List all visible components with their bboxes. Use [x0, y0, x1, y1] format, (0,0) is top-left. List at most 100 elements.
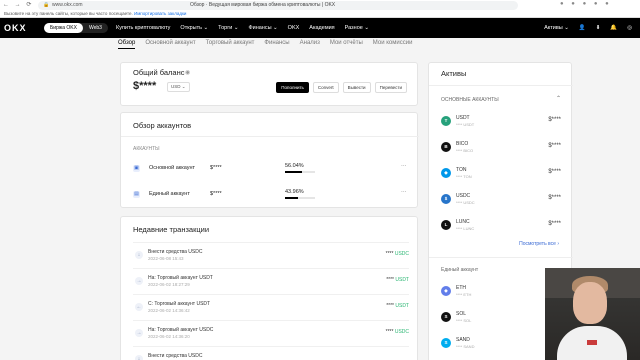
asset-row[interactable]: S SOL **** SOL $****	[441, 309, 561, 329]
convert-button[interactable]: Convert	[312, 82, 339, 93]
accounts-section-label: АККАУНТЫ	[133, 146, 160, 152]
account-share-bar	[285, 197, 315, 199]
tab-trading-account[interactable]: Торговый аккаунт	[206, 40, 255, 49]
browser-nav-icons[interactable]: ← → ⟳	[3, 1, 33, 8]
accounts-overview-card: Обзор аккаунтов АККАУНТЫ ▣ Основной акка…	[120, 112, 419, 208]
asset-value: $****	[548, 143, 561, 149]
transaction-amount: **** USDT	[386, 303, 409, 309]
asset-quantity: **** SOL	[456, 318, 472, 323]
unified-account-icon: ▤	[133, 191, 140, 198]
exchange-toggle[interactable]: Биржа OKX Web3	[44, 23, 108, 33]
currency-select[interactable]: USD ⌄	[167, 82, 190, 92]
okx-navbar: OKX Биржа OKX Web3 Купить криптовалюту О…	[0, 18, 640, 38]
see-all-link[interactable]: Посмотреть все ›	[519, 241, 559, 247]
asset-row[interactable]: $ USDC **** USDC $****	[441, 191, 561, 211]
import-bookmarks-link[interactable]: Импортировать закладки	[134, 11, 186, 16]
more-icon[interactable]: ···	[401, 189, 407, 195]
usdt-icon: T	[441, 116, 451, 126]
transaction-amount: **** USDC	[385, 251, 409, 257]
account-percent: 43.96%	[285, 189, 304, 195]
lunc-icon: L	[441, 220, 451, 230]
asset-symbol: USDT	[456, 115, 470, 121]
asset-quantity: **** ETH	[456, 292, 472, 297]
account-tabs: Обзор Основной аккаунт Торговый аккаунт …	[118, 40, 412, 49]
account-name: Единый аккаунт	[149, 191, 190, 197]
nav-link-more[interactable]: Разное ⌄	[345, 25, 369, 31]
asset-quantity: **** BICO	[456, 148, 474, 153]
assets-title: Активы	[441, 69, 467, 78]
transaction-row[interactable]: ↓ Внести средства USDC 2022-06-08 15:43 …	[133, 242, 409, 266]
globe-icon[interactable]: ◎	[627, 25, 632, 31]
user-icon[interactable]: 👤	[579, 25, 586, 31]
transfer-arrow-icon: ←	[135, 303, 143, 311]
download-icon[interactable]: ⬇	[596, 25, 601, 31]
transaction-row[interactable]: ↓ Внести средства USDC	[133, 346, 409, 360]
tab-analysis[interactable]: Анализ	[300, 40, 320, 49]
toggle-web3[interactable]: Web3	[83, 23, 108, 33]
asset-value: $****	[548, 117, 561, 123]
unified-account-header: Единый аккаунт	[441, 267, 479, 273]
transaction-title: Внести средства USDC	[148, 249, 203, 255]
transaction-row[interactable]: → На: Торговый аккаунт USDT 2022-06-02 1…	[133, 268, 409, 292]
page-title: Обзор · Ведущая мировая биржа обмена кри…	[190, 2, 336, 8]
nav-link-okx[interactable]: OKX	[288, 25, 300, 31]
asset-row[interactable]: T USDT **** USDT $****	[441, 113, 561, 133]
account-row[interactable]: ▤ Единый аккаунт $**** 43.96% ···	[133, 189, 407, 201]
chevron-up-icon[interactable]: ⌃	[556, 95, 561, 102]
overview-title: Обзор аккаунтов	[133, 121, 192, 130]
bell-icon[interactable]: 🔔	[610, 25, 617, 31]
tab-main-account[interactable]: Основной аккаунт	[145, 40, 195, 49]
assets-menu[interactable]: Активы ⌄	[544, 25, 569, 31]
main-accounts-header: ОСНОВНЫЕ АККАУНТЫ	[441, 97, 499, 103]
balance-card: Общий баланс ◉ $**** USD ⌄ Пополнить Con…	[120, 62, 418, 106]
ton-icon: ◆	[441, 168, 451, 178]
asset-symbol: SOL	[456, 311, 467, 317]
usdc-icon: $	[441, 194, 451, 204]
tab-fees[interactable]: Мои комиссии	[373, 40, 413, 49]
withdraw-button[interactable]: Вывести	[342, 82, 371, 93]
deposit-button[interactable]: Пополнить	[276, 82, 309, 93]
url-text: www.okx.com	[52, 2, 83, 8]
transaction-title: С: Торговый аккаунт USDT	[148, 301, 211, 307]
nav-link-buy-crypto[interactable]: Купить криптовалюту	[116, 25, 170, 31]
nav-right: Активы ⌄ 👤 ⬇ 🔔 ◎	[544, 18, 632, 38]
nav-link-academy[interactable]: Академия	[309, 25, 334, 31]
okx-logo[interactable]: OKX	[4, 23, 27, 33]
tab-overview[interactable]: Обзор	[118, 40, 136, 49]
transaction-title: Внести средства USDC	[148, 353, 203, 359]
asset-row[interactable]: ◆ TON **** TON $****	[441, 165, 561, 185]
lock-icon: 🔒	[43, 2, 50, 8]
transaction-row[interactable]: ← С: Торговый аккаунт USDT 2022-06-02 14…	[133, 294, 409, 318]
transaction-title: На: Торговый аккаунт USDC	[148, 327, 214, 333]
tab-finance[interactable]: Финансы	[264, 40, 289, 49]
nav-link-discover[interactable]: Открыть ⌄	[180, 25, 208, 31]
asset-row[interactable]: S SAND **** SAND $****	[441, 335, 561, 355]
transaction-row[interactable]: → На: Торговый аккаунт USDC 2022-06-02 1…	[133, 320, 409, 344]
transaction-date: 2022-06-02 14:36:20	[148, 334, 190, 339]
deposit-arrow-icon: ↓	[135, 251, 143, 259]
deposit-arrow-icon: ↓	[135, 355, 143, 360]
balance-title: Общий баланс	[133, 68, 185, 77]
transfer-arrow-icon: →	[135, 277, 143, 285]
nav-link-finance[interactable]: Финансы ⌄	[248, 25, 277, 31]
asset-symbol: ETH	[456, 285, 466, 291]
account-row[interactable]: ▣ Основной аккаунт $**** 56.04% ···	[133, 163, 407, 175]
asset-row[interactable]: L LUNC **** LUNC $****	[441, 217, 561, 237]
account-name: Основной аккаунт	[149, 165, 196, 171]
asset-quantity: **** USDC	[456, 200, 475, 205]
transfer-button[interactable]: Перевести	[374, 82, 407, 93]
nav-link-trade[interactable]: Торги ⌄	[218, 25, 238, 31]
eye-icon[interactable]: ◉	[185, 69, 190, 76]
toggle-exchange[interactable]: Биржа OKX	[44, 23, 83, 33]
more-icon[interactable]: ···	[401, 163, 407, 169]
asset-row[interactable]: ◆ ETH **** ETH $****	[441, 283, 561, 303]
tab-reports[interactable]: Мои отчёты	[330, 40, 363, 49]
eth-icon: ◆	[441, 286, 451, 296]
asset-row[interactable]: B BICO **** BICO $****	[441, 139, 561, 159]
asset-value: $****	[548, 195, 561, 201]
extension-icons[interactable]: ● ● ● ● ●	[560, 1, 612, 7]
nav-links: Купить криптовалюту Открыть ⌄ Торги ⌄ Фи…	[116, 18, 369, 38]
transaction-amount: **** USDT	[386, 277, 409, 283]
asset-quantity: **** USDT	[456, 122, 475, 127]
transfer-arrow-icon: →	[135, 329, 143, 337]
